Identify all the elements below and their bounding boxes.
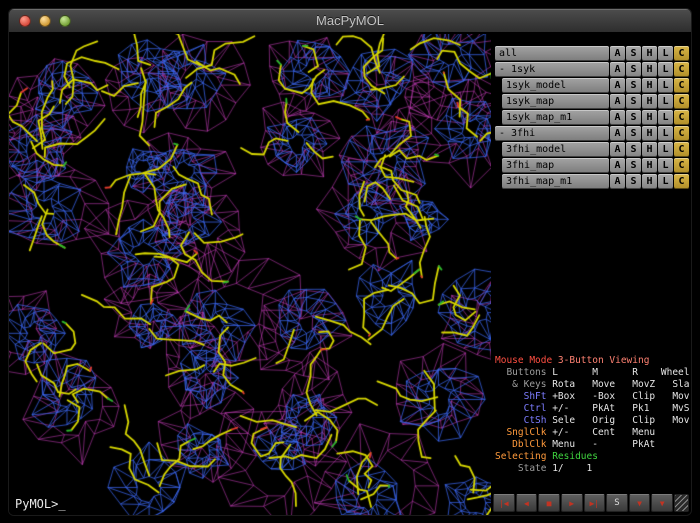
resize-grip[interactable] [674,494,689,512]
zoom-button[interactable] [59,15,71,27]
scene-button[interactable]: S [606,494,628,512]
internal-gui-panel: all A S H L C - 1syk A S H L C 1syk_mode… [491,34,691,515]
show-button[interactable]: S [626,78,641,93]
label-button[interactable]: L [658,126,673,141]
mouse-legend-row: Buttons L M R Wheel [495,367,690,379]
skip-start-button[interactable]: |◀ [493,494,515,512]
action-button[interactable]: A [610,94,625,109]
color-button[interactable]: C [674,78,689,93]
hide-button[interactable]: H [642,174,657,189]
prompt-text: PyMOL> [15,497,58,511]
macpymol-window: MacPyMOL PyMOL>_ all A S H L C - 1syk A … [8,8,692,516]
object-name-button[interactable]: 1syk_map [502,94,609,109]
color-button[interactable]: C [674,158,689,173]
label-button[interactable]: L [658,158,673,173]
hide-button[interactable]: H [642,78,657,93]
show-button[interactable]: S [626,110,641,125]
show-button[interactable]: S [626,158,641,173]
action-button[interactable]: A [610,62,625,77]
action-button[interactable]: A [610,110,625,125]
object-row-1syk-map: 1syk_map A S H L C [495,94,689,109]
show-button[interactable]: S [626,126,641,141]
object-row-1syk-model: 1syk_model A S H L C [495,78,689,93]
object-row-3fhi-map: 3fhi_map A S H L C [495,158,689,173]
show-button[interactable]: S [626,46,641,61]
object-row-3fhi-map-m1: 3fhi_map_m1 A S H L C [495,174,689,189]
object-row-all: all A S H L C [495,46,689,61]
selecting-mode-row[interactable]: Selecting Residues [495,451,690,463]
mouse-mode-title[interactable]: Mouse Mode 3-Button Viewing [495,355,690,367]
show-button[interactable]: S [626,62,641,77]
object-row-1syk-map-m1: 1syk_map_m1 A S H L C [495,110,689,125]
step-back-button[interactable]: ◀ [516,494,538,512]
mouse-mode-panel: Mouse Mode 3-Button Viewing Buttons L M … [495,355,690,475]
titlebar[interactable]: MacPyMOL [9,9,691,33]
play-button[interactable]: ▶ [561,494,583,512]
action-button[interactable]: A [610,46,625,61]
object-name-button[interactable]: 3fhi_map [502,158,609,173]
prompt-cursor: _ [58,497,65,511]
label-button[interactable]: L [658,46,673,61]
hide-button[interactable]: H [642,142,657,157]
color-button[interactable]: C [674,62,689,77]
viewport-canvas[interactable] [9,34,491,516]
menu-dropdown-button[interactable]: ▼ [629,494,651,512]
hide-button[interactable]: H [642,94,657,109]
command-prompt[interactable]: PyMOL>_ [15,497,66,511]
object-name-button[interactable]: 3fhi_model [502,142,609,157]
label-button[interactable]: L [658,110,673,125]
color-button[interactable]: C [674,126,689,141]
hide-button[interactable]: H [642,46,657,61]
object-row-1syk: - 1syk A S H L C [495,62,689,77]
action-button[interactable]: A [610,78,625,93]
label-button[interactable]: L [658,174,673,189]
mouse-legend-row: SnglClk +/- Cent Menu [495,427,690,439]
object-row-3fhi-model: 3fhi_model A S H L C [495,142,689,157]
show-button[interactable]: S [626,174,641,189]
mouse-legend-row: Ctrl +/- PkAt Pk1 MvSZ [495,403,690,415]
color-button[interactable]: C [674,110,689,125]
playback-controls: |◀ ◀ ■ ▶ ▶| S ▼ ▼ [493,494,689,512]
mouse-legend-row: ShFt +Box -Box Clip MovS [495,391,690,403]
minimize-button[interactable] [39,15,51,27]
label-button[interactable]: L [658,78,673,93]
object-name-button[interactable]: 3fhi_map_m1 [502,174,609,189]
show-button[interactable]: S [626,142,641,157]
action-button[interactable]: A [610,126,625,141]
state-row[interactable]: State 1/ 1 [495,463,690,475]
color-button[interactable]: C [674,46,689,61]
object-name-button[interactable]: - 1syk [495,62,609,77]
label-button[interactable]: L [658,94,673,109]
show-button[interactable]: S [626,94,641,109]
color-button[interactable]: C [674,142,689,157]
hide-button[interactable]: H [642,110,657,125]
hide-button[interactable]: H [642,62,657,77]
mouse-legend-row: DblClk Menu - PkAt [495,439,690,451]
color-button[interactable]: C [674,94,689,109]
molecular-viewport[interactable]: PyMOL>_ [9,34,491,516]
close-button[interactable] [19,15,31,27]
action-button[interactable]: A [610,142,625,157]
label-button[interactable]: L [658,62,673,77]
mouse-legend-row: & Keys Rota Move MovZ Slab [495,379,690,391]
action-button[interactable]: A [610,174,625,189]
window-title: MacPyMOL [9,9,691,33]
object-row-3fhi: - 3fhi A S H L C [495,126,689,141]
stop-button[interactable]: ■ [538,494,560,512]
mouse-legend-row: CtSh Sele Orig Clip MovZ [495,415,690,427]
object-name-button[interactable]: 1syk_map_m1 [502,110,609,125]
color-button[interactable]: C [674,174,689,189]
object-name-button[interactable]: all [495,46,609,61]
object-name-button[interactable]: 1syk_model [502,78,609,93]
label-button[interactable]: L [658,142,673,157]
skip-end-button[interactable]: ▶| [584,494,606,512]
menu-dropdown-button-2[interactable]: ▼ [651,494,673,512]
action-button[interactable]: A [610,158,625,173]
object-name-button[interactable]: - 3fhi [495,126,609,141]
hide-button[interactable]: H [642,126,657,141]
hide-button[interactable]: H [642,158,657,173]
